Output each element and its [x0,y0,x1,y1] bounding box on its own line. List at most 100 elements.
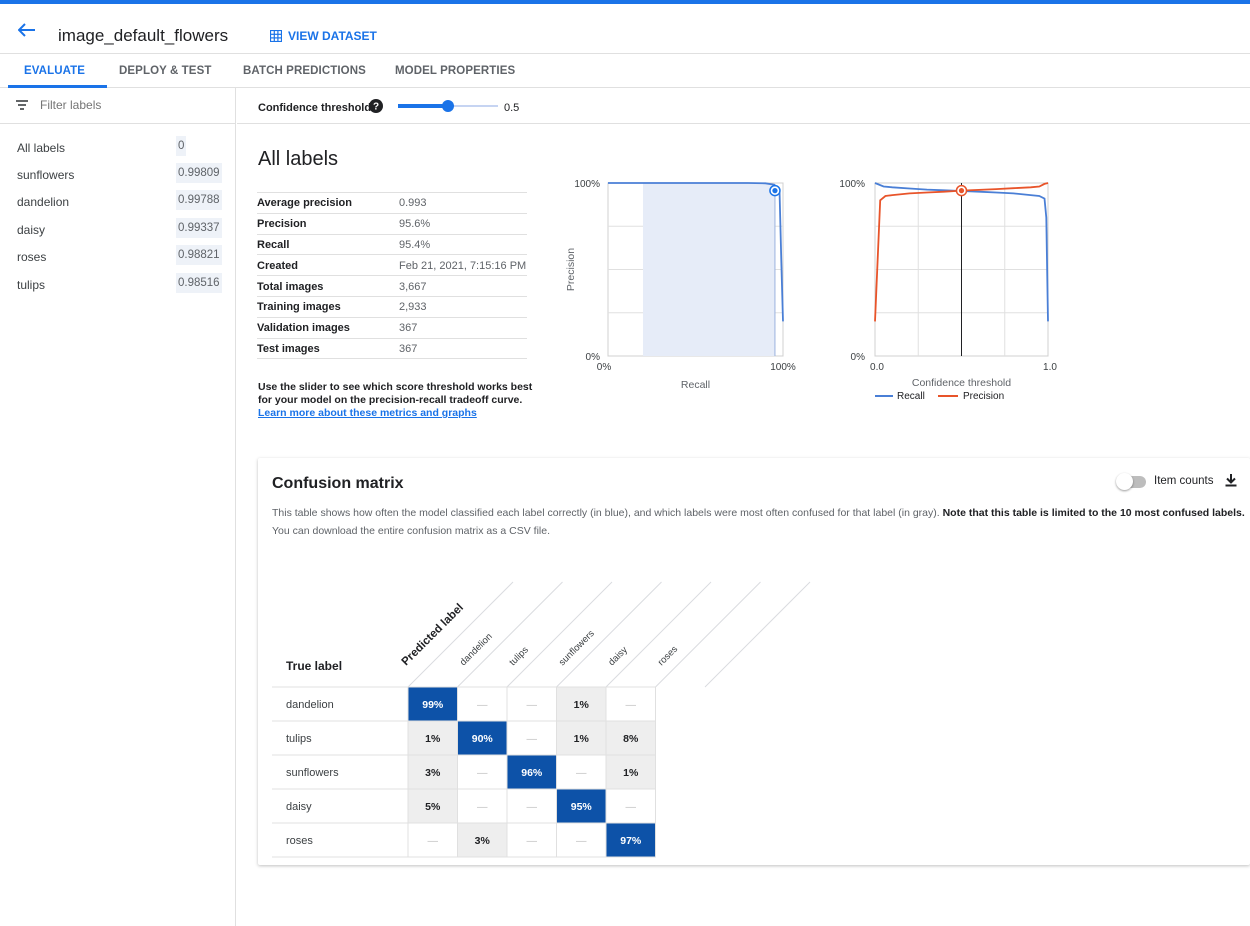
column-label: dandelion [458,631,495,668]
matrix-cell-value: 90% [472,733,494,745]
matrix-cell-value: 3% [475,835,491,847]
section-title: All labels [258,148,339,170]
confidence-threshold-bar: Confidence threshold ? 0.5 [237,88,1250,124]
metric-key: Recall [257,233,399,255]
pr-threshold-marker-dot [772,188,778,194]
x-tick-label: 100% [770,362,796,373]
label-score: 0 [176,136,187,156]
matrix-cell-value: 95% [571,801,593,813]
matrix-cell-value: 99% [422,699,444,711]
metric-key: Total images [257,275,399,297]
arrow-back-icon[interactable] [18,23,36,37]
matrix-cell-value: 1% [425,733,441,745]
label-name: All labels [17,141,66,155]
help-icon[interactable]: ? [369,99,383,113]
matrix-cell-value: 96% [521,767,543,779]
legend-precision-label: Precision [963,391,1004,402]
confidence-threshold-slider[interactable] [398,99,498,113]
metric-key: Average precision [257,192,399,214]
label-name: tulips [17,278,46,292]
column-label: sunflowers [557,628,597,668]
x-axis-label: Recall [681,379,710,391]
matrix-cell-value: — [477,801,488,813]
header-divider [605,581,712,688]
metric-value: 367 [399,316,527,339]
confidence-threshold-label: Confidence threshold [258,102,372,114]
metric-row: Created Feb 21, 2021, 7:15:16 PM [257,254,527,276]
tab-deploy-test[interactable]: DEPLOY & TEST [119,65,211,77]
label-item-all-labels[interactable]: All labels 0 [0,134,236,162]
confusion-matrix-grid: Predicted labeldandelion tulips sunflowers… [272,581,811,858]
header-divider [655,581,761,688]
tab-evaluate[interactable]: EVALUATE [24,65,85,77]
matrix-cell-value: — [626,699,637,711]
matrix-cell-value: 3% [425,767,441,779]
matrix-cell-value: 1% [574,733,590,745]
x-tick-label: 0% [597,362,612,373]
matrix-cell-value: — [527,699,538,711]
svg-text:?: ? [373,102,379,113]
matrix-cell-value: — [477,699,488,711]
legend-recall-label: Recall [897,391,925,402]
label-item-dandelion[interactable]: dandelion 0.99788 [0,188,236,216]
label-score: 0.99337 [176,218,222,238]
slider-thumb[interactable] [442,100,454,112]
metric-value: 95.6% [399,212,527,235]
view-dataset-button[interactable]: VIEW DATASET [270,29,377,43]
matrix-cell-value: — [576,835,587,847]
view-dataset-label: VIEW DATASET [288,29,377,43]
x-axis-label: Confidence threshold [912,377,1011,389]
matrix-cell-value: — [576,767,587,779]
metric-row: Test images 367 [257,337,527,360]
threshold-marker-dot [958,188,965,194]
precision-recall-chart: 100% 0% 0% 100% Recall Precision [560,170,810,405]
true-label-header: True label [286,659,342,673]
label-score: 0.98821 [176,245,222,265]
label-item-daisy[interactable]: daisy 0.99337 [0,216,236,244]
metric-value: 3,667 [399,275,527,297]
column-label: tulips [507,644,531,668]
x-tick-label: 0.0 [870,362,884,373]
metric-value: 95.4% [399,233,527,255]
matrix-cell-value: — [527,733,538,745]
matrix-cell-value: — [428,835,439,847]
matrix-cell-value: — [527,835,538,847]
app-header: image_default_flowers VIEW DATASET [0,4,1250,54]
tab-model-properties[interactable]: MODEL PROPERTIES [395,65,515,77]
metric-row: Average precision 0.993 [257,192,527,214]
table-icon [270,30,282,42]
matrix-cell-value: 1% [574,699,590,711]
row-label: daisy [286,801,312,813]
metric-value: Feb 21, 2021, 7:15:16 PM [399,254,527,276]
page-title: image_default_flowers [58,26,229,45]
learn-more-link[interactable]: Learn more about these metrics and graph… [258,407,477,419]
matrix-cell-value: — [477,767,488,779]
row-label: roses [286,835,313,847]
label-sidebar: All labels 0 sunflowers 0.99809 dandelio… [0,88,236,926]
label-item-sunflowers[interactable]: sunflowers 0.99809 [0,161,236,189]
confusion-matrix-card: Confusion matrix Item counts This table … [258,458,1250,865]
header-divider [506,581,613,688]
filter-bar [0,88,236,124]
header-divider [556,581,662,688]
confidence-threshold-value: 0.5 [504,102,520,114]
label-item-roses[interactable]: roses 0.98821 [0,243,236,271]
label-name: roses [17,250,47,264]
metric-value: 367 [399,337,527,360]
precision-recall-chart-svg: 100% 0% 0% 100% Recall Precision [565,179,796,391]
label-name: daisy [17,223,46,237]
tab-batch-predictions[interactable]: BATCH PREDICTIONS [243,65,366,77]
label-name: sunflowers [17,168,75,182]
threshold-chart: 100% 0% 0.0 1.0 Confidence threshold Rec… [830,170,1080,415]
metric-key: Training images [257,295,399,318]
matrix-cell-value: 1% [623,767,639,779]
metric-key: Validation images [257,316,399,339]
metric-row: Validation images 367 [257,316,527,339]
metric-row: Total images 3,667 [257,275,527,297]
predicted-label-header: Predicted label [400,602,466,668]
label-item-tulips[interactable]: tulips 0.98516 [0,271,236,299]
y-tick-label: 100% [574,179,600,190]
matrix-cell-value: 5% [425,801,441,813]
filter-labels-input[interactable] [40,96,220,114]
metric-key: Precision [257,212,399,235]
